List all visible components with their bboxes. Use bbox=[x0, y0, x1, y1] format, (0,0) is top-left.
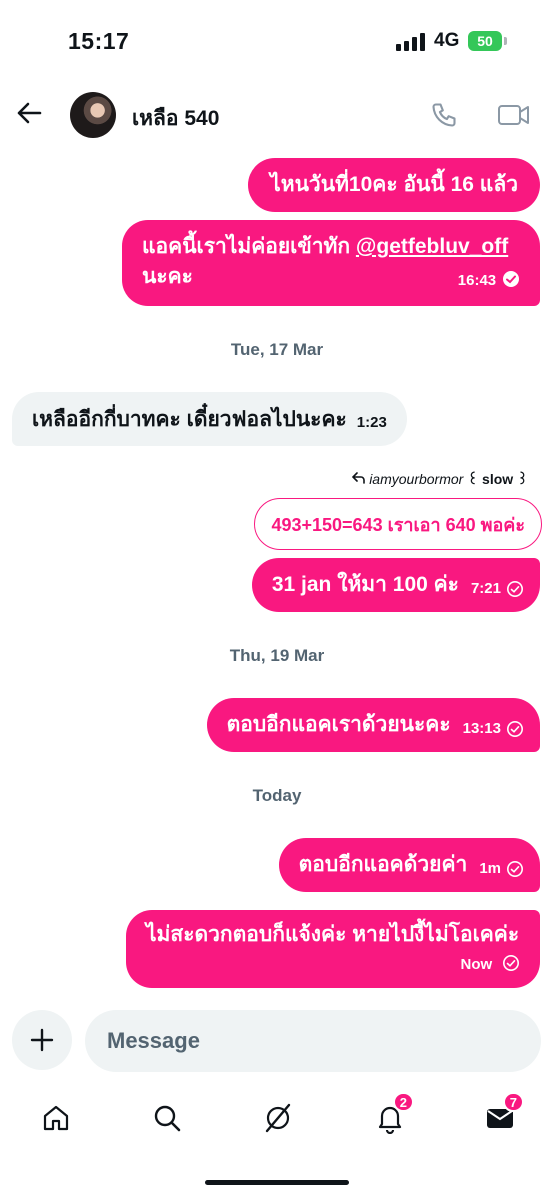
arrow-left-icon bbox=[17, 102, 42, 124]
message-text: ไม่สะดวกตอบก็แจ้งค่ะ หายไปงี้ไม่โอเคค่ะ bbox=[146, 923, 520, 946]
message-text: ตอบอีกแอคเราด้วยนะคะ bbox=[226, 713, 451, 736]
message-meta: 13:13 bbox=[463, 714, 524, 744]
sent-check-icon bbox=[507, 581, 523, 597]
mention-link[interactable]: @getfebluv_off bbox=[356, 235, 508, 258]
reply-arrow-icon bbox=[352, 472, 366, 484]
reply-username: iamyourbormor bbox=[369, 471, 464, 487]
message-text: เหลืออีกกี่บาทคะ เดี๋ยวฟอลไปนะคะ bbox=[32, 407, 347, 431]
message-time: 1:23 bbox=[356, 413, 387, 431]
messages-badge: 7 bbox=[502, 1092, 524, 1112]
message-text: แอคนี้เราไม่ค่อยเข้าทัก bbox=[142, 235, 351, 258]
message-time: Now bbox=[460, 956, 493, 973]
conversation-header: เหลือ 540 bbox=[0, 80, 554, 152]
signal-icon bbox=[396, 33, 428, 51]
tab-search[interactable] bbox=[147, 1098, 187, 1138]
tab-messages[interactable]: 7 bbox=[480, 1092, 524, 1138]
read-check-icon bbox=[503, 271, 519, 288]
phone-icon bbox=[432, 103, 456, 127]
message-bubble-outgoing[interactable]: ไม่สะดวกตอบก็แจ้งค่ะ หายไปงี้ไม่โอเคค่ะ … bbox=[126, 910, 540, 988]
message-time: 16:43 bbox=[457, 272, 497, 289]
bottom-tab-bar: 2 7 bbox=[0, 1090, 554, 1146]
contact-name[interactable]: เหลือ 540 bbox=[132, 102, 219, 135]
message-text: 31 jan ให้มา 100 ค่ะ bbox=[271, 573, 459, 596]
tab-grok[interactable] bbox=[258, 1098, 298, 1138]
message-time: 1m bbox=[479, 860, 501, 877]
message-bubble-outgoing[interactable]: ตอบอีกแอคด้วยค่า 1m bbox=[278, 838, 540, 892]
home-icon bbox=[43, 1105, 69, 1131]
search-icon bbox=[154, 1105, 181, 1132]
status-time: 15:17 bbox=[68, 28, 130, 54]
sent-check-icon bbox=[507, 861, 523, 877]
back-button[interactable] bbox=[12, 96, 46, 130]
message-bubble-outgoing[interactable]: ตอบอีกแอคเราด้วยนะคะ 13:13 bbox=[206, 698, 540, 752]
plus-icon bbox=[30, 1028, 54, 1052]
add-attachment-button[interactable] bbox=[12, 1010, 72, 1070]
date-separator: Thu, 19 Mar bbox=[229, 646, 325, 665]
message-text-continued: นะคะ bbox=[142, 265, 193, 288]
call-button[interactable] bbox=[426, 97, 462, 133]
home-indicator bbox=[205, 1180, 349, 1185]
message-bubble-outgoing[interactable]: แอคนี้เราไม่ค่อยเข้าทัก @getfebluv_off น… bbox=[122, 220, 540, 306]
video-call-button[interactable] bbox=[494, 97, 534, 133]
message-meta: 16:43 bbox=[458, 264, 520, 296]
message-bubble-outgoing[interactable]: 31 jan ให้มา 100 ค่ะ 7:21 bbox=[251, 558, 540, 612]
message-meta: Now bbox=[146, 948, 520, 980]
message-bubble-outgoing[interactable]: ไหนวันที่10คะ อันนี้ 16 แล้ว bbox=[248, 158, 540, 212]
battery-cap bbox=[504, 37, 507, 45]
battery-icon: 50 bbox=[468, 31, 502, 51]
sent-check-icon bbox=[507, 721, 523, 737]
date-separator: Tue, 17 Mar bbox=[230, 340, 324, 359]
grok-icon bbox=[265, 1103, 291, 1133]
reply-display-name: ꒰ slow ꒱ bbox=[467, 471, 528, 487]
reply-reference[interactable]: iamyourbormor ꒰ slow ꒱ bbox=[352, 470, 528, 488]
message-bubble-incoming[interactable]: เหลืออีกกี่บาทคะ เดี๋ยวฟอลไปนะคะ 1:23 bbox=[12, 392, 407, 446]
message-meta: 7:21 bbox=[471, 574, 524, 604]
message-time: 13:13 bbox=[462, 720, 501, 737]
message-text: ไหนวันที่10คะ อันนี้ 16 แล้ว bbox=[270, 173, 518, 196]
notifications-badge: 2 bbox=[392, 1092, 414, 1112]
message-meta: 1m bbox=[479, 854, 524, 884]
quoted-text: 493+150=643 เราเอา 640 พอค่ะ bbox=[271, 514, 525, 535]
message-time: 7:21 bbox=[470, 580, 501, 597]
date-separator: Today bbox=[252, 786, 302, 805]
tab-home[interactable] bbox=[36, 1098, 76, 1138]
message-text: ตอบอีกแอคด้วยค่า bbox=[298, 853, 468, 876]
avatar[interactable] bbox=[70, 92, 116, 138]
sent-check-icon bbox=[503, 955, 519, 972]
quoted-message[interactable]: 493+150=643 เราเอา 640 พอค่ะ bbox=[254, 498, 542, 550]
network-type: 4G bbox=[434, 30, 460, 51]
status-bar: 15:17 4G 50 bbox=[0, 0, 554, 80]
tab-notifications[interactable]: 2 bbox=[370, 1092, 414, 1138]
video-camera-icon bbox=[498, 105, 529, 125]
battery-level: 50 bbox=[477, 33, 493, 49]
message-input[interactable] bbox=[85, 1010, 541, 1072]
